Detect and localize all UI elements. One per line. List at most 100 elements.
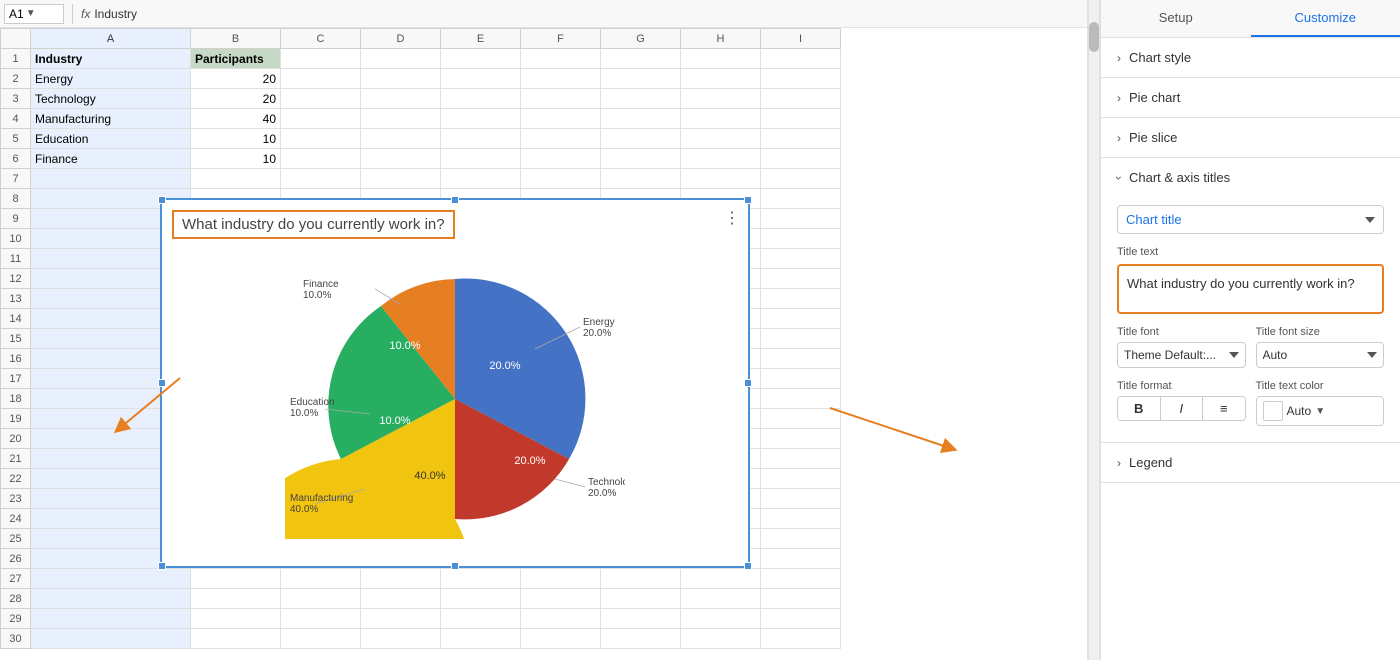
cell-empty[interactable] (281, 149, 361, 169)
cell-empty[interactable] (521, 589, 601, 609)
cell-empty[interactable] (681, 109, 761, 129)
section-pie-chart-header[interactable]: › Pie chart (1101, 78, 1400, 117)
cell-empty[interactable] (281, 569, 361, 589)
cell-empty[interactable] (441, 589, 521, 609)
cell-empty[interactable] (441, 89, 521, 109)
cell-b[interactable]: 10 (191, 129, 281, 149)
cell-empty[interactable] (441, 569, 521, 589)
cell-empty[interactable] (681, 69, 761, 89)
cell-a[interactable] (31, 609, 191, 629)
grid-container[interactable]: A B C D E F G H I 1IndustryParticipants2… (0, 28, 1087, 660)
cell-empty[interactable] (441, 609, 521, 629)
cell-empty[interactable] (761, 209, 841, 229)
tab-setup[interactable]: Setup (1101, 0, 1251, 37)
cell-empty[interactable] (361, 589, 441, 609)
cell-b[interactable]: 20 (191, 69, 281, 89)
cell-empty[interactable] (441, 629, 521, 649)
cell-empty[interactable] (681, 629, 761, 649)
title-text-input[interactable]: What industry do you currently work in? (1117, 264, 1384, 314)
col-header-b[interactable]: B (191, 29, 281, 49)
cell-empty[interactable] (361, 89, 441, 109)
col-header-a[interactable]: A (31, 29, 191, 49)
cell-empty[interactable] (761, 609, 841, 629)
cell-empty[interactable] (761, 629, 841, 649)
cell-empty[interactable] (761, 249, 841, 269)
cell-a[interactable]: Industry (31, 49, 191, 69)
cell-empty[interactable] (361, 569, 441, 589)
cell-empty[interactable] (521, 609, 601, 629)
resize-handle-bm[interactable] (451, 562, 459, 570)
title-font-size-select[interactable]: Auto (1256, 342, 1385, 368)
cell-b[interactable] (191, 589, 281, 609)
cell-empty[interactable] (441, 149, 521, 169)
cell-empty[interactable] (761, 129, 841, 149)
cell-a[interactable] (31, 629, 191, 649)
cell-empty[interactable] (361, 109, 441, 129)
cell-empty[interactable] (761, 309, 841, 329)
cell-empty[interactable] (761, 589, 841, 609)
section-chart-axis-titles-header[interactable]: › Chart & axis titles (1101, 158, 1400, 197)
cell-b[interactable] (191, 629, 281, 649)
section-legend-header[interactable]: › Legend (1101, 443, 1400, 482)
cell-empty[interactable] (521, 109, 601, 129)
cell-empty[interactable] (761, 549, 841, 569)
cell-empty[interactable] (361, 169, 441, 189)
cell-a[interactable]: Manufacturing (31, 109, 191, 129)
col-header-i[interactable]: I (761, 29, 841, 49)
cell-empty[interactable] (281, 69, 361, 89)
cell-empty[interactable] (681, 89, 761, 109)
cell-empty[interactable] (761, 49, 841, 69)
format-btn-italic[interactable]: I (1161, 397, 1204, 420)
cell-empty[interactable] (361, 609, 441, 629)
cell-b[interactable]: 20 (191, 89, 281, 109)
cell-empty[interactable] (281, 89, 361, 109)
section-pie-slice-header[interactable]: › Pie slice (1101, 118, 1400, 157)
cell-b[interactable] (191, 609, 281, 629)
formula-input[interactable]: Industry (94, 7, 1083, 21)
cell-empty[interactable] (761, 89, 841, 109)
cell-empty[interactable] (761, 489, 841, 509)
cell-empty[interactable] (681, 609, 761, 629)
format-btn-align[interactable]: ≡ (1203, 397, 1245, 420)
cell-empty[interactable] (761, 289, 841, 309)
cell-a[interactable] (31, 569, 191, 589)
cell-empty[interactable] (521, 169, 601, 189)
cell-empty[interactable] (761, 469, 841, 489)
col-header-c[interactable]: C (281, 29, 361, 49)
col-header-e[interactable]: E (441, 29, 521, 49)
cell-empty[interactable] (521, 569, 601, 589)
cell-empty[interactable] (761, 369, 841, 389)
cell-empty[interactable] (521, 149, 601, 169)
cell-empty[interactable] (281, 169, 361, 189)
cell-empty[interactable] (761, 169, 841, 189)
cell-empty[interactable] (761, 569, 841, 589)
format-btn-bold[interactable]: B (1118, 397, 1161, 420)
cell-empty[interactable] (361, 69, 441, 89)
cell-b[interactable]: 10 (191, 149, 281, 169)
cell-empty[interactable] (281, 129, 361, 149)
col-header-g[interactable]: G (601, 29, 681, 49)
cell-empty[interactable] (441, 109, 521, 129)
col-header-h[interactable]: H (681, 29, 761, 49)
cell-empty[interactable] (281, 629, 361, 649)
cell-a[interactable] (31, 169, 191, 189)
cell-empty[interactable] (441, 169, 521, 189)
cell-empty[interactable] (361, 629, 441, 649)
cell-empty[interactable] (601, 109, 681, 129)
cell-empty[interactable] (521, 89, 601, 109)
cell-empty[interactable] (521, 129, 601, 149)
cell-empty[interactable] (601, 49, 681, 69)
cell-empty[interactable] (521, 49, 601, 69)
cell-empty[interactable] (761, 189, 841, 209)
cell-empty[interactable] (601, 149, 681, 169)
cell-b[interactable] (191, 569, 281, 589)
cell-empty[interactable] (601, 89, 681, 109)
cell-a[interactable]: Energy (31, 69, 191, 89)
cell-empty[interactable] (281, 609, 361, 629)
color-selector[interactable]: Auto ▼ (1256, 396, 1385, 426)
cell-empty[interactable] (361, 149, 441, 169)
cell-empty[interactable] (281, 109, 361, 129)
tab-customize[interactable]: Customize (1251, 0, 1400, 37)
cell-empty[interactable] (681, 589, 761, 609)
cell-empty[interactable] (601, 169, 681, 189)
